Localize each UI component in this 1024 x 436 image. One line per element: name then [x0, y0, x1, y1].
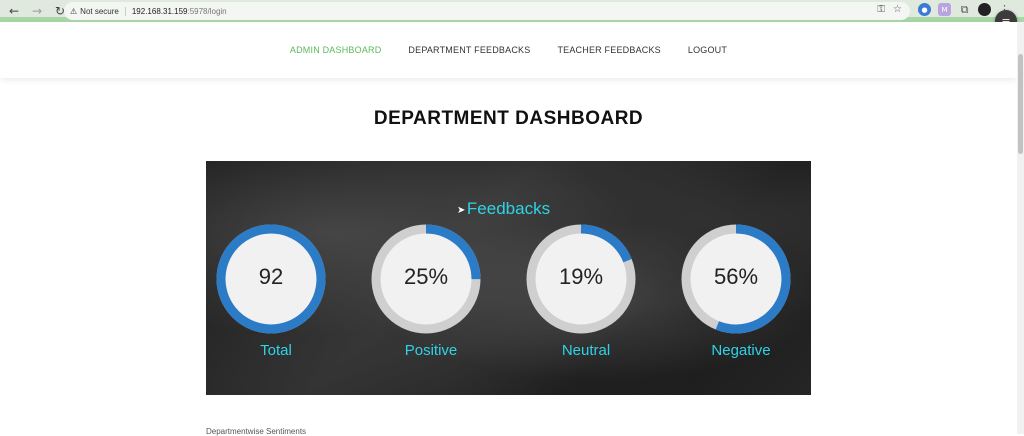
- warning-icon: ⚠: [70, 6, 78, 16]
- scrollbar-thumb[interactable]: [1018, 54, 1023, 154]
- extension-icon[interactable]: M: [938, 3, 951, 16]
- security-label: Not secure: [80, 6, 119, 16]
- security-indicator[interactable]: ⚠ Not secure: [70, 6, 126, 16]
- bookmark-star-icon[interactable]: ☆: [893, 4, 902, 15]
- feedbacks-title: Feedbacks: [466, 199, 551, 218]
- password-key-icon[interactable]: ⚿: [877, 4, 885, 15]
- gauge-negative: 56% Negative: [681, 224, 791, 394]
- page-content: ADMIN DASHBOARD DEPARTMENT FEEDBACKS TEA…: [0, 22, 1017, 436]
- gauge-value: 92: [258, 264, 284, 289]
- gauge-positive: 25% Positive: [371, 224, 481, 394]
- gauge-value: 25%: [403, 264, 449, 289]
- gauge-value: 19%: [558, 264, 604, 289]
- extension-icon[interactable]: ●: [918, 3, 931, 16]
- gauge-total: 92 Total: [216, 224, 326, 394]
- url-path: :5978/login: [187, 6, 227, 16]
- page-scrollbar[interactable]: [1017, 22, 1024, 434]
- gauge-label: Total: [260, 342, 292, 359]
- nav-department-feedbacks[interactable]: DEPARTMENT FEEDBACKS: [408, 45, 530, 55]
- nav-admin-dashboard[interactable]: ADMIN DASHBOARD: [290, 45, 382, 55]
- gauge-label: Positive: [404, 342, 458, 359]
- mouse-cursor-icon: ➤: [457, 205, 466, 216]
- gauge-neutral: 19% Neutral: [526, 224, 636, 394]
- nav-logout[interactable]: LOGOUT: [688, 45, 727, 55]
- top-navigation: ADMIN DASHBOARD DEPARTMENT FEEDBACKS TEA…: [0, 22, 1017, 78]
- url-host: 192.168.31.159: [131, 6, 188, 16]
- section-heading: Departmentwise Sentiments: [206, 427, 307, 436]
- feedbacks-panel: Feedbacks ➤ 92 Total 25% Positive 19% Ne…: [206, 161, 811, 395]
- nav-teacher-feedbacks[interactable]: TEACHER FEEDBACKS: [557, 45, 660, 55]
- gauge-row: 92 Total 25% Positive 19% Neutral 56% Ne…: [206, 224, 811, 394]
- extensions-puzzle-icon[interactable]: ⧉: [958, 3, 971, 16]
- gauge-value: 56%: [713, 264, 759, 289]
- page-title: DEPARTMENT DASHBOARD: [373, 108, 644, 129]
- profile-avatar[interactable]: [978, 3, 991, 16]
- gauge-label: Negative: [711, 342, 771, 359]
- gauge-label: Neutral: [561, 342, 611, 359]
- address-bar[interactable]: ⚠ Not secure 192.168.31.159:5978/login ⚿…: [64, 2, 910, 20]
